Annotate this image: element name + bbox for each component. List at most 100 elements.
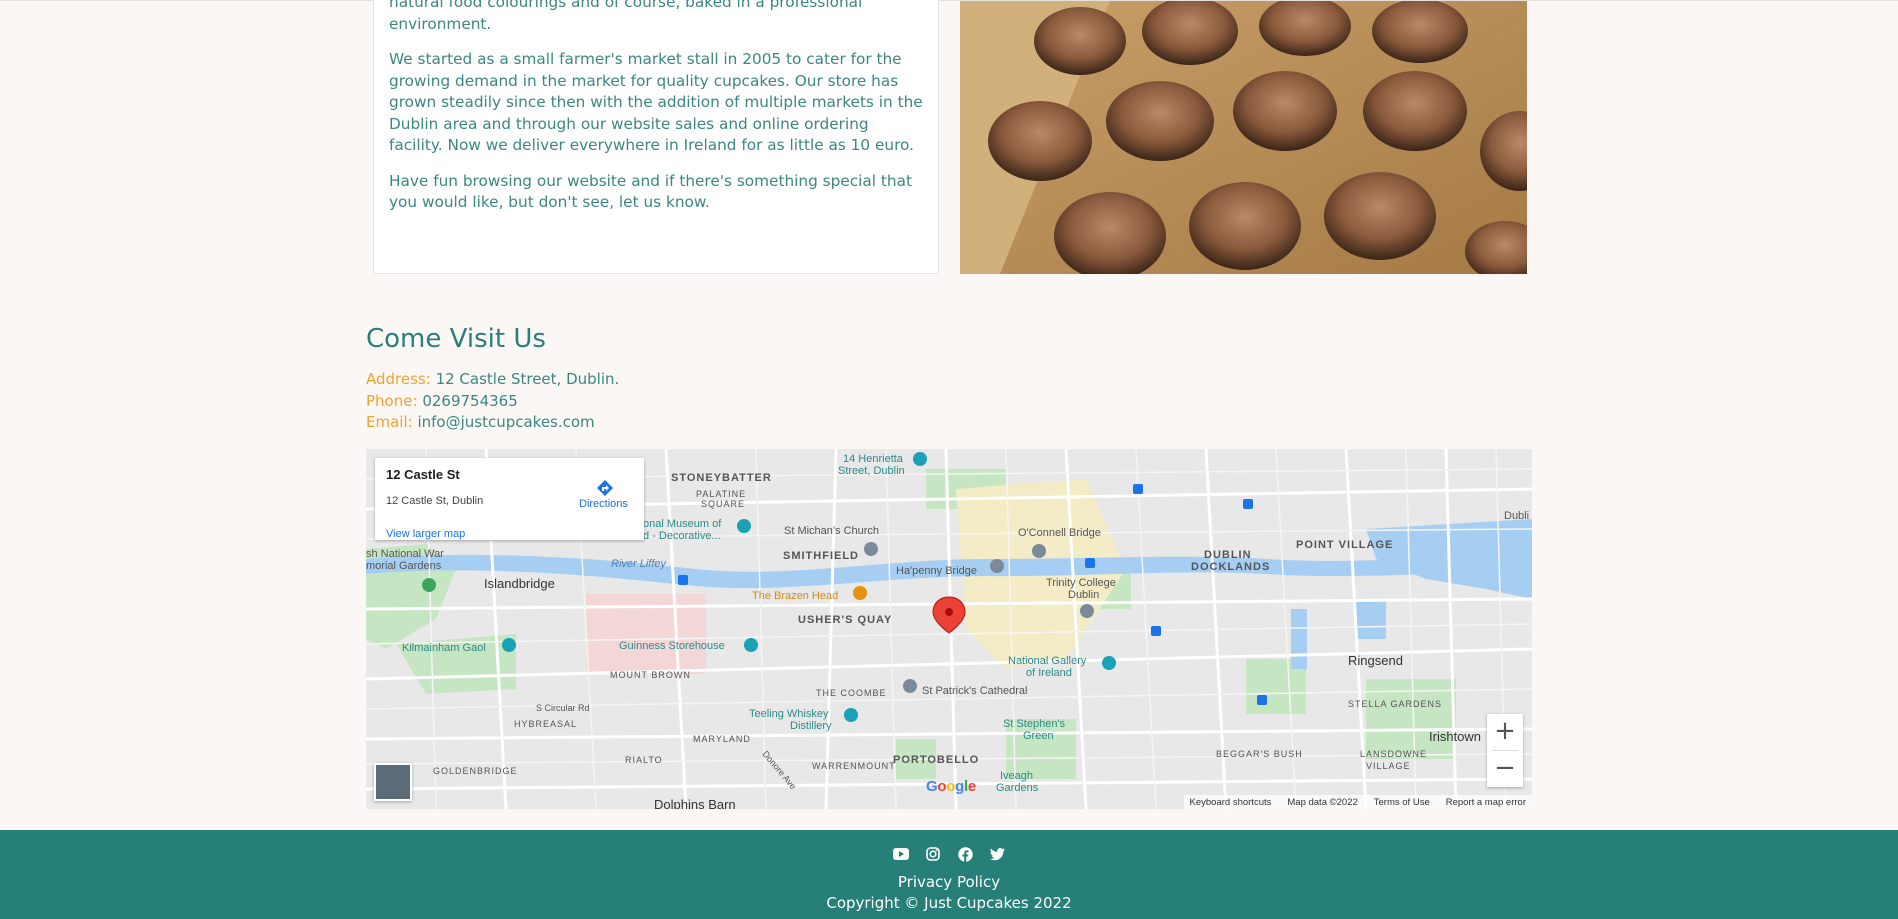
site-footer: Privacy Policy Copyright © Just Cupcakes… <box>0 830 1898 919</box>
phone-row: Phone: 0269754365 <box>366 391 619 413</box>
map-label-kilmainham: Kilmainham Gaol <box>402 642 486 654</box>
map-label-guinness: Guinness Storehouse <box>619 640 725 652</box>
cupcakes-photo <box>960 1 1527 274</box>
poi-bridge-icon <box>990 559 1004 573</box>
map-label-gallery-1: National Gallery <box>1008 655 1087 667</box>
poi-museum-icon <box>502 638 516 652</box>
poi-park-icon <box>422 578 436 592</box>
map-label-hapenny: Ha'penny Bridge <box>896 565 977 577</box>
map-label-stoneybatter: STONEYBATTER <box>671 472 772 484</box>
map-label-stella: STELLA GARDENS <box>1348 699 1442 709</box>
map-label-lansdowne-1: LANSDOWNE <box>1360 749 1427 759</box>
terms-link[interactable]: Terms of Use <box>1374 797 1430 808</box>
directions-icon[interactable] <box>596 479 614 497</box>
address-row: Address: 12 Castle Street, Dublin. <box>366 369 619 391</box>
google-logo: Google <box>926 778 976 795</box>
map-label-museum-1: onal Museum of <box>643 518 722 530</box>
about-paragraph-2: Have fun browsing our website and if the… <box>389 171 912 212</box>
dock-basin <box>1356 599 1386 639</box>
email-value: info@justcupcakes.com <box>417 413 595 431</box>
youtube-icon[interactable] <box>893 846 909 862</box>
facebook-icon[interactable] <box>957 846 973 862</box>
map-label-mountbrown: MOUNT BROWN <box>610 670 691 680</box>
poi-church-icon <box>864 542 878 556</box>
canal <box>1291 609 1307 669</box>
map-label-smithfield: SMITHFIELD <box>783 550 859 562</box>
zoom-in-button[interactable]: + <box>1487 714 1523 750</box>
map-label-palatine: PALATINE <box>696 489 746 499</box>
map-label-nationalwar-2: morial Gardens <box>366 560 442 572</box>
address-value: 12 Castle Street, Dublin. <box>435 370 620 388</box>
about-paragraph-0: natural food colourings and of course, b… <box>389 0 863 33</box>
phone-label: Phone: <box>366 391 418 410</box>
map-label-connell: O'Connell Bridge <box>1018 527 1101 539</box>
map-place-title: 12 Castle St <box>386 467 460 482</box>
map-label-rialto: RIALTO <box>625 755 663 765</box>
poi-gallery-icon <box>1102 656 1116 670</box>
map-label-islandbridge: Islandbridge <box>484 576 555 591</box>
map-attribution: Keyboard shortcuts Map data ©2022 Terms … <box>1183 795 1532 809</box>
poi-museum-icon <box>913 452 927 466</box>
transit-icon <box>1133 484 1143 494</box>
map-label-dublin-edge: Dubli <box>1504 510 1529 522</box>
map-label-usher: USHER'S QUAY <box>798 614 892 626</box>
view-larger-map-link[interactable]: View larger map <box>386 528 465 540</box>
map-label-patricks: St Patrick's Cathedral <box>922 685 1027 697</box>
map-label-stephens-1: St Stephen's <box>1003 718 1066 730</box>
map-place-address: 12 Castle St, Dublin <box>386 495 484 507</box>
map-label-circular: S Circular Rd <box>536 703 590 713</box>
map-data-text: Map data ©2022 <box>1287 796 1358 808</box>
poi-distillery-icon <box>844 708 858 722</box>
instagram-icon[interactable] <box>925 846 941 862</box>
directions-link[interactable]: Directions <box>579 498 628 510</box>
about-text: natural food colourings and of course, b… <box>389 0 924 228</box>
map-label-warrenmount: WARRENMOUNT <box>812 761 896 771</box>
keyboard-shortcuts-link[interactable]: Keyboard shortcuts <box>1190 797 1272 808</box>
map-label-square: SQUARE <box>701 499 745 509</box>
map-label-museum-2: d - Decorative... <box>643 530 721 542</box>
map-label-river-liffey: River Liffey <box>611 558 668 570</box>
map-label-hybreasal: HYBREASAL <box>514 719 577 729</box>
map-label-iveagh-1: Iveagh <box>1000 770 1033 782</box>
map-label-iveagh-2: Gardens <box>996 782 1039 794</box>
google-map[interactable]: STONEYBATTER PALATINE SQUARE 14 Henriett… <box>366 449 1532 809</box>
top-divider <box>0 0 1898 1</box>
map-label-portobello: PORTOBELLO <box>893 754 979 766</box>
poi-church-icon <box>903 679 917 693</box>
map-label-henrietta-2: Street, Dublin <box>838 465 905 477</box>
phone-value: 0269754365 <box>422 391 518 410</box>
map-label-goldenbridge: GOLDENBRIDGE <box>433 766 518 776</box>
privacy-policy-link[interactable]: Privacy Policy <box>0 873 1898 891</box>
report-error-link[interactable]: Report a map error <box>1446 797 1526 808</box>
map-label-michans: St Michan's Church <box>784 525 879 537</box>
twitter-icon[interactable] <box>989 846 1005 862</box>
copyright-text: Copyright © Just Cupcakes 2022 <box>826 894 1072 912</box>
visit-title: Come Visit Us <box>366 324 546 354</box>
zoom-out-button[interactable]: − <box>1487 751 1523 787</box>
map-label-gallery-2: of Ireland <box>1026 667 1072 679</box>
map-label-dolphins: Dolphins Barn <box>654 797 736 809</box>
email-row: Email: info@justcupcakes.com <box>366 412 619 434</box>
map-label-docklands-2: DOCKLANDS <box>1191 561 1270 573</box>
transit-icon <box>1085 558 1095 568</box>
map-label-brazen: The Brazen Head <box>752 590 838 602</box>
poi-bridge-icon <box>1032 544 1046 558</box>
satellite-layer-toggle[interactable] <box>374 763 412 801</box>
map-label-teeling-2: Distillery <box>790 720 832 732</box>
about-paragraph-1: We started as a small farmer's market st… <box>389 50 923 154</box>
poi-museum-icon <box>737 519 751 533</box>
map-label-trinity-1: Trinity College <box>1046 577 1116 589</box>
transit-icon <box>1257 695 1267 705</box>
map-label-docklands-1: DUBLIN <box>1204 549 1252 561</box>
map-label-ringsend: Ringsend <box>1348 653 1403 668</box>
address-label: Address: <box>366 370 431 388</box>
poi-museum-icon <box>744 638 758 652</box>
map-label-beggars: BEGGAR'S BUSH <box>1216 749 1303 759</box>
poi-college-icon <box>1080 604 1094 618</box>
map-label-trinity-2: Dublin <box>1068 589 1099 601</box>
map-label-stephens-2: Green <box>1023 730 1054 742</box>
map-label-pointvillage: POINT VILLAGE <box>1296 539 1393 551</box>
transit-icon <box>678 575 688 585</box>
poi-pub-icon <box>853 586 867 600</box>
map-label-lansdowne-2: VILLAGE <box>1366 761 1411 771</box>
